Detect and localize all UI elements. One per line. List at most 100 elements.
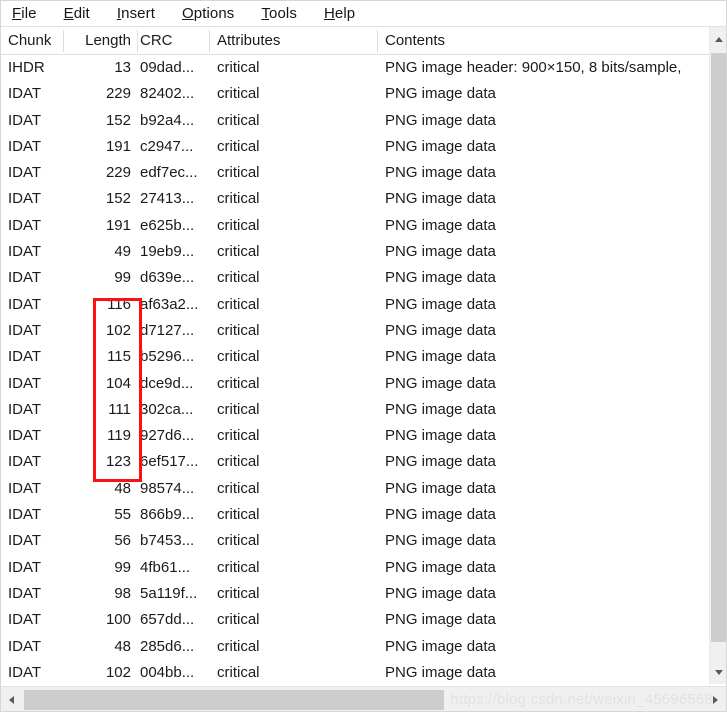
cell-crc: 4fb61...	[140, 558, 191, 576]
cell-contents: PNG image data	[385, 243, 496, 261]
table-row[interactable]: IDAT 48 285d6... critical PNG image data	[0, 634, 709, 660]
table-row[interactable]: IDAT 152 b92a4... critical PNG image data	[0, 108, 709, 134]
cell-contents: PNG image header: 900×150, 8 bits/sample…	[385, 59, 682, 76]
cell-length: 56	[114, 532, 131, 550]
cell-attributes: critical	[217, 348, 260, 366]
menu-item-file[interactable]: File	[12, 5, 37, 22]
column-header-attributes-label: Attributes	[217, 32, 281, 49]
table-row[interactable]: IDAT 102 d7127... critical PNG image data	[0, 318, 709, 344]
cell-length: 99	[114, 269, 131, 287]
cell-attributes: critical	[217, 506, 260, 524]
table-row[interactable]: IDAT 104 dce9d... critical PNG image data	[0, 371, 709, 397]
table-row[interactable]: IDAT 49 19eb9... critical PNG image data	[0, 239, 709, 265]
cell-length: 115	[107, 348, 131, 366]
menu-item-edit[interactable]: Edit	[64, 5, 90, 22]
table-row[interactable]: IDAT 119 927d6... critical PNG image data	[0, 423, 709, 449]
cell-attributes: critical	[217, 374, 260, 392]
tweakpng-window: File Edit Insert Options Tools Help Chun…	[0, 0, 727, 712]
table-row[interactable]: IDAT 115 b5296... critical PNG image data	[0, 344, 709, 370]
cell-length: 100	[105, 611, 131, 629]
cell-chunk: IDAT	[8, 453, 42, 471]
cell-contents: PNG image data	[385, 532, 496, 550]
cell-contents: PNG image data	[385, 348, 496, 366]
menu-options-mnemonic: O	[181, 4, 194, 22]
chevron-right-icon	[713, 695, 718, 704]
cell-length: 102	[105, 321, 131, 339]
column-divider-attributes-contents[interactable]	[377, 30, 378, 52]
table-body: IHDR 13 09dad... critical PNG image header: …	[0, 55, 709, 684]
table-row[interactable]: IDAT 98 5a119f... critical PNG image data	[0, 581, 709, 607]
chevron-up-icon	[714, 36, 723, 42]
cell-contents: PNG image data	[385, 137, 496, 155]
menu-item-insert[interactable]: Insert	[117, 5, 155, 22]
cell-crc: b92a4...	[140, 111, 195, 129]
cell-chunk: IDAT	[8, 479, 42, 497]
table-row[interactable]: IDAT 56 b7453... critical PNG image data	[0, 528, 709, 554]
cell-contents: PNG image data	[385, 374, 496, 392]
cell-chunk: IDAT	[8, 321, 42, 339]
scroll-up-button[interactable]	[710, 27, 727, 51]
scroll-right-button[interactable]	[704, 687, 727, 712]
cell-crc: d639e...	[140, 269, 195, 287]
table-row[interactable]: IDAT 123 6ef517... critical PNG image data	[0, 449, 709, 475]
table-row[interactable]: IDAT 102 004bb... critical PNG image data	[0, 660, 709, 684]
vertical-scrollbar[interactable]	[709, 27, 727, 684]
horizontal-scrollbar[interactable]	[0, 686, 727, 712]
table-row[interactable]: IDAT 111 302ca... critical PNG image data	[0, 397, 709, 423]
column-header-length[interactable]: Length	[71, 27, 131, 55]
scroll-left-button[interactable]	[0, 687, 23, 712]
cell-length: 191	[105, 137, 131, 155]
cell-length: 104	[105, 374, 131, 392]
cell-crc: 5a119f...	[140, 584, 198, 602]
column-header-contents[interactable]: Contents	[385, 27, 705, 55]
menu-item-help[interactable]: Help	[324, 5, 355, 22]
table-row[interactable]: IDAT 116 af63a2... critical PNG image data	[0, 292, 709, 318]
cell-contents: PNG image data	[385, 558, 496, 576]
column-header-attributes[interactable]: Attributes	[217, 27, 375, 55]
cell-crc: e625b...	[140, 216, 195, 234]
horizontal-scrollbar-thumb[interactable]	[24, 690, 444, 710]
chunk-list-view: Chunk Length CRC Attributes Contents IHD…	[0, 27, 727, 712]
table-row[interactable]: IDAT 229 82402... critical PNG image data	[0, 81, 709, 107]
menu-tools-rest: ools	[269, 4, 297, 22]
table-row[interactable]: IDAT 229 edf7ec... critical PNG image data	[0, 160, 709, 186]
cell-contents: PNG image data	[385, 216, 496, 234]
cell-crc: b7453...	[140, 532, 195, 550]
table-row[interactable]: IDAT 99 d639e... critical PNG image data	[0, 265, 709, 291]
menu-file-rest: ile	[21, 4, 37, 22]
cell-attributes: critical	[217, 532, 260, 550]
cell-chunk: IDAT	[8, 663, 42, 681]
cell-crc: 27413...	[140, 190, 195, 208]
cell-length: 13	[114, 59, 131, 76]
column-divider-length-crc[interactable]	[137, 30, 138, 52]
column-divider-chunk-length[interactable]	[63, 30, 64, 52]
table-row[interactable]: IDAT 99 4fb61... critical PNG image data	[0, 555, 709, 581]
cell-length: 111	[108, 400, 131, 418]
cell-contents: PNG image data	[385, 427, 496, 445]
cell-attributes: critical	[217, 400, 260, 418]
scroll-down-button[interactable]	[710, 660, 727, 684]
menu-item-options[interactable]: Options	[182, 5, 234, 22]
cell-contents: PNG image data	[385, 400, 496, 418]
column-header-chunk[interactable]: Chunk	[8, 27, 63, 55]
table-row[interactable]: IDAT 191 e625b... critical PNG image data	[0, 213, 709, 239]
table-row[interactable]: IDAT 55 866b9... critical PNG image data	[0, 502, 709, 528]
column-header-crc[interactable]: CRC	[140, 27, 208, 55]
cell-chunk: IDAT	[8, 85, 42, 103]
cell-length: 55	[114, 506, 131, 524]
cell-attributes: critical	[217, 190, 260, 208]
cell-chunk: IDAT	[8, 190, 42, 208]
table-row[interactable]: IDAT 152 27413... critical PNG image data	[0, 186, 709, 212]
menu-tools-mnemonic: T	[261, 4, 270, 22]
vertical-scrollbar-thumb[interactable]	[711, 53, 727, 642]
table-row[interactable]: IHDR 13 09dad... critical PNG image header: …	[0, 55, 709, 81]
column-divider-crc-attributes[interactable]	[209, 30, 210, 52]
table-row[interactable]: IDAT 191 c2947... critical PNG image data	[0, 134, 709, 160]
menu-insert-rest: nsert	[121, 4, 155, 22]
cell-contents: PNG image data	[385, 663, 496, 681]
menu-item-tools[interactable]: Tools	[261, 5, 297, 22]
cell-length: 98	[114, 584, 131, 602]
cell-crc: 927d6...	[140, 427, 195, 445]
table-row[interactable]: IDAT 48 98574... critical PNG image data	[0, 476, 709, 502]
table-row[interactable]: IDAT 100 657dd... critical PNG image data	[0, 607, 709, 633]
